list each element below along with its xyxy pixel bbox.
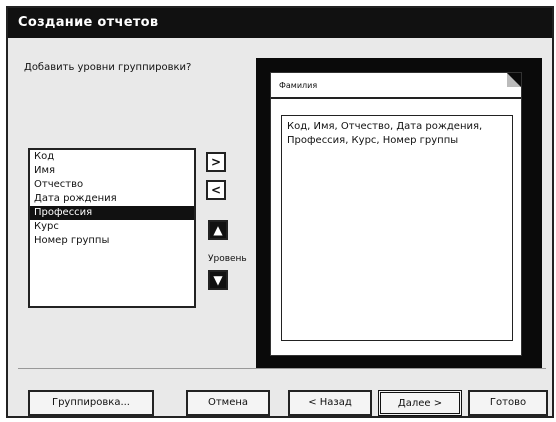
- preview-detail-fields: Код, Имя, Отчество, Дата рождения, Профе…: [281, 115, 513, 341]
- separator-line: [18, 368, 546, 369]
- cancel-button[interactable]: Отмена: [186, 390, 270, 416]
- field-item-birth-date[interactable]: Дата рождения: [30, 192, 194, 206]
- field-item-code[interactable]: Код: [30, 150, 194, 164]
- next-button[interactable]: Далее >: [378, 390, 462, 416]
- preview-page: Фамилия Код, Имя, Отчество, Дата рождени…: [270, 72, 522, 356]
- preview-group-field: Фамилия: [279, 81, 318, 90]
- level-label: Уровень: [208, 254, 247, 264]
- remove-grouping-button[interactable]: <: [206, 180, 226, 200]
- field-item-profession[interactable]: Профессия: [30, 206, 194, 220]
- window-title: Создание отчетов: [8, 8, 552, 38]
- field-item-course[interactable]: Курс: [30, 220, 194, 234]
- available-fields-list[interactable]: Код Имя Отчество Дата рождения Профессия…: [28, 148, 196, 308]
- finish-button[interactable]: Готово: [468, 390, 548, 416]
- grouping-preview-area: Фамилия Код, Имя, Отчество, Дата рождени…: [256, 58, 542, 368]
- priority-up-button[interactable]: ▲: [208, 220, 228, 240]
- grouping-options-button[interactable]: Группировка...: [28, 390, 154, 416]
- field-item-first-name[interactable]: Имя: [30, 164, 194, 178]
- preview-group-header: Фамилия: [271, 73, 521, 99]
- add-grouping-button[interactable]: >: [206, 152, 226, 172]
- page-fold-icon: [507, 73, 521, 87]
- grouping-prompt: Добавить уровни группировки?: [24, 62, 192, 73]
- back-button[interactable]: < Назад: [288, 390, 372, 416]
- report-wizard-dialog: Создание отчетов Добавить уровни группир…: [6, 6, 554, 418]
- priority-down-button[interactable]: ▼: [208, 270, 228, 290]
- field-item-group-number[interactable]: Номер группы: [30, 234, 194, 248]
- field-item-patronymic[interactable]: Отчество: [30, 178, 194, 192]
